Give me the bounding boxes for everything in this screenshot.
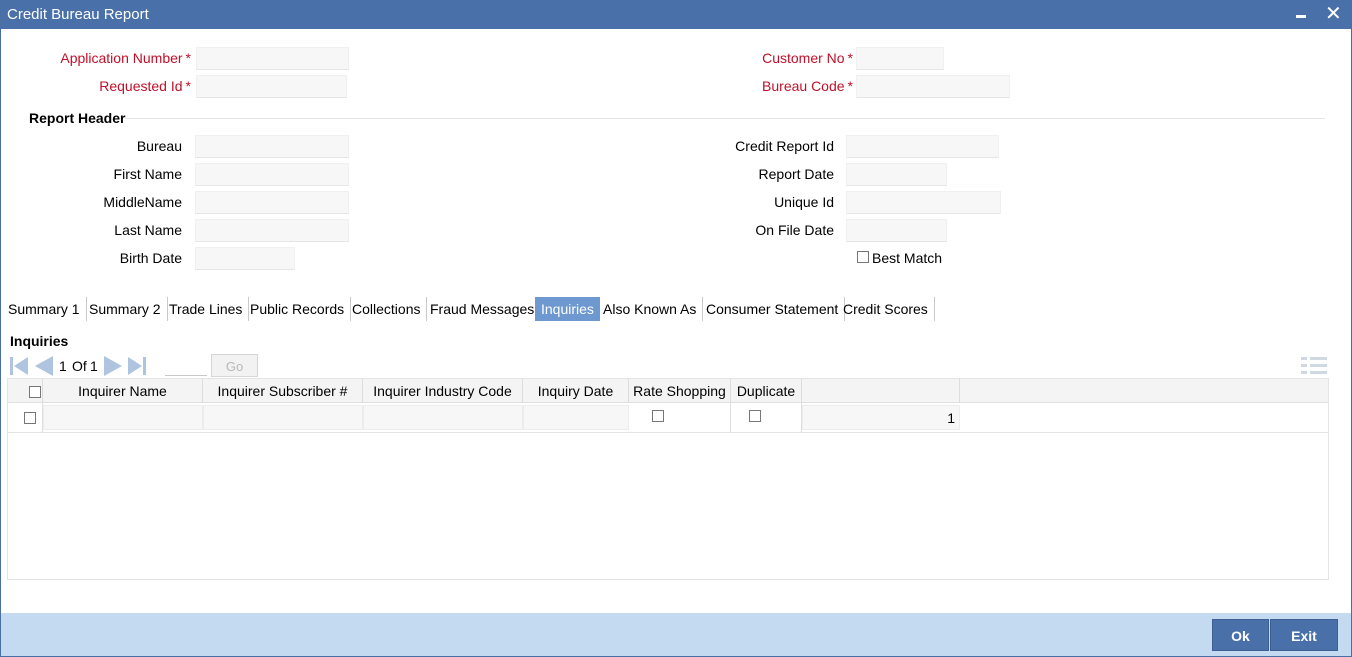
bureau-label: Bureau <box>136 138 182 154</box>
cell-inquirer-name[interactable] <box>43 405 203 430</box>
tab-collections[interactable]: Collections <box>346 297 428 321</box>
inquiries-title: Inquiries <box>10 333 69 349</box>
first-name-input[interactable] <box>195 163 349 186</box>
unique-id-input[interactable] <box>846 191 1001 214</box>
last-name-label: Last Name <box>114 222 182 238</box>
ok-button[interactable]: Ok <box>1212 619 1269 651</box>
credit-report-id-input[interactable] <box>846 135 999 158</box>
table-row: 1 <box>8 403 1328 433</box>
application-number-label: Application Number * <box>60 50 191 66</box>
col-sequence <box>802 379 960 403</box>
bureau-input[interactable] <box>195 135 349 158</box>
report-header-divider <box>125 118 1325 119</box>
birth-date-label: Birth Date <box>119 250 182 266</box>
inquiries-grid: Inquirer Name Inquirer Subscriber # Inqu… <box>7 378 1329 580</box>
unique-id-label: Unique Id <box>774 194 834 210</box>
title-bar: Credit Bureau Report ✕ <box>1 1 1351 29</box>
window-title: Credit Bureau Report <box>7 6 149 23</box>
col-rate-shopping[interactable]: Rate Shopping <box>629 379 731 403</box>
pagination-bar: 1 Of 1 Go <box>1 354 1341 377</box>
requested-id-input[interactable] <box>196 75 347 98</box>
col-inquiry-date[interactable]: Inquiry Date <box>523 379 629 403</box>
best-match-checkbox[interactable] <box>857 251 869 263</box>
tab-trade-lines[interactable]: Trade Lines <box>163 297 250 321</box>
footer-bar: Ok Exit <box>1 613 1351 656</box>
close-icon[interactable]: ✕ <box>1325 1 1342 26</box>
tab-public-records[interactable]: Public Records <box>244 297 352 321</box>
customer-no-input[interactable] <box>856 47 944 70</box>
on-file-date-input[interactable] <box>846 219 947 242</box>
cell-duplicate <box>731 403 802 433</box>
credit-report-id-label: Credit Report Id <box>735 138 834 154</box>
report-header-title: Report Header <box>29 110 126 126</box>
total-pages: 1 <box>90 358 98 374</box>
tab-summary-1[interactable]: Summary 1 <box>2 297 87 321</box>
on-file-date-label: On File Date <box>755 222 834 238</box>
first-page-icon[interactable] <box>9 355 29 377</box>
grid-header: Inquirer Name Inquirer Subscriber # Inqu… <box>8 379 1328 403</box>
col-inquirer-name[interactable]: Inquirer Name <box>43 379 203 403</box>
previous-page-icon[interactable] <box>33 355 55 377</box>
last-name-input[interactable] <box>195 219 349 242</box>
report-date-input[interactable] <box>846 163 947 186</box>
tab-inquiries[interactable]: Inquiries <box>535 297 600 321</box>
next-page-icon[interactable] <box>102 355 124 377</box>
cell-sequence: 1 <box>802 405 960 430</box>
select-all-checkbox[interactable] <box>29 386 41 398</box>
select-all-cell <box>8 379 43 403</box>
exit-button[interactable]: Exit <box>1270 619 1338 651</box>
birth-date-input[interactable] <box>195 247 295 270</box>
cell-inquirer-subscriber[interactable] <box>203 405 363 430</box>
cell-inquiry-date[interactable] <box>523 405 629 430</box>
application-number-input[interactable] <box>196 47 349 70</box>
go-button[interactable]: Go <box>211 354 258 377</box>
column-list-icon[interactable] <box>1301 355 1327 377</box>
tab-credit-scores[interactable]: Credit Scores <box>837 297 935 321</box>
tab-summary-2[interactable]: Summary 2 <box>83 297 168 321</box>
page-of-label: Of <box>72 358 87 374</box>
row-select-checkbox[interactable] <box>24 412 36 424</box>
requested-id-label: Requested Id * <box>99 78 191 94</box>
tab-fraud-messages[interactable]: Fraud Messages <box>424 297 542 321</box>
customer-no-label: Customer No * <box>762 50 853 66</box>
report-date-label: Report Date <box>758 166 834 182</box>
rate-shopping-checkbox[interactable] <box>652 410 664 422</box>
cell-rate-shopping <box>629 403 731 433</box>
last-page-icon[interactable] <box>127 355 147 377</box>
col-inquirer-subscriber[interactable]: Inquirer Subscriber # <box>203 379 363 403</box>
bureau-code-input[interactable] <box>856 75 1010 98</box>
goto-page-input[interactable] <box>165 357 207 376</box>
col-inquirer-industry-code[interactable]: Inquirer Industry Code <box>363 379 523 403</box>
best-match-label: Best Match <box>872 250 943 266</box>
middle-name-label: MiddleName <box>103 194 182 210</box>
middle-name-input[interactable] <box>195 191 349 214</box>
duplicate-checkbox[interactable] <box>749 410 761 422</box>
col-duplicate[interactable]: Duplicate <box>731 379 802 403</box>
cell-inquirer-industry-code[interactable] <box>363 405 523 430</box>
current-page: 1 <box>59 358 67 374</box>
row-select-cell <box>8 403 43 433</box>
credit-bureau-report-window: Credit Bureau Report ✕ Application Numbe… <box>0 0 1352 657</box>
bureau-code-label: Bureau Code * <box>762 78 853 94</box>
tab-also-known-as[interactable]: Also Known As <box>597 297 704 321</box>
first-name-label: First Name <box>113 166 182 182</box>
tab-consumer-statement[interactable]: Consumer Statement <box>700 297 846 321</box>
